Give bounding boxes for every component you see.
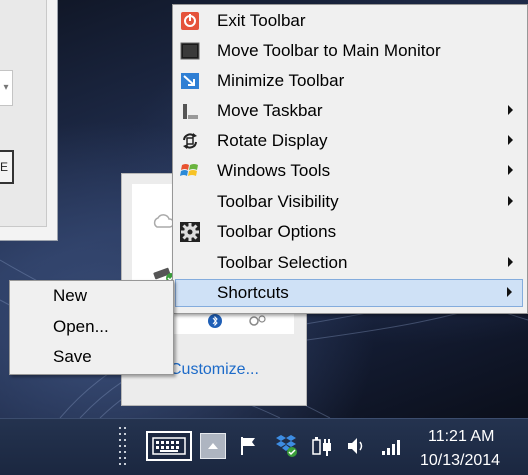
menu-item-label: Shortcuts	[217, 283, 289, 302]
show-hidden-icons-button[interactable]	[200, 433, 226, 459]
background-button[interactable]: E	[0, 150, 14, 184]
bluetooth-icon[interactable]	[208, 314, 222, 328]
power-icon	[181, 12, 199, 30]
dropbox-icon[interactable]	[275, 433, 299, 459]
taskbar: 11:21 AM 10/13/2014	[0, 418, 528, 475]
menu-item-label: Toolbar Options	[217, 222, 337, 241]
speaker-volume-icon[interactable]	[346, 435, 368, 457]
menu-item-exit-toolbar[interactable]: Exit Toolbar	[175, 7, 523, 35]
menu-item-label: Move Toolbar to Main Monitor	[217, 41, 441, 60]
menu-item-toolbar-options[interactable]: Toolbar Options	[175, 218, 523, 246]
menu-item-label: Toolbar Visibility	[217, 192, 339, 211]
rotate-icon	[183, 133, 197, 149]
menu-item-label: Move Taskbar	[217, 101, 323, 120]
taskbar-grip-handle[interactable]	[118, 425, 132, 471]
menu-item-rotate-display[interactable]: Rotate Display	[175, 127, 523, 155]
submenu-arrow-icon	[508, 135, 513, 145]
submenu-item-new[interactable]: New	[53, 286, 87, 306]
menu-item-move-taskbar[interactable]: Move Taskbar	[175, 97, 523, 125]
gear-icon	[180, 222, 200, 242]
menu-item-shortcuts[interactable]: Shortcuts	[175, 279, 523, 307]
keyboard-icon	[152, 437, 186, 455]
shortcuts-submenu: New Open... Save	[9, 280, 174, 375]
customize-link[interactable]: Customize...	[170, 361, 259, 379]
clock-date[interactable]: 10/13/2014	[420, 452, 500, 470]
chevron-up-icon	[208, 443, 218, 449]
menu-item-toolbar-selection[interactable]: Toolbar Selection	[175, 249, 523, 277]
submenu-item-save[interactable]: Save	[53, 347, 92, 367]
menu-item-label: Toolbar Selection	[217, 253, 348, 272]
background-dropdown[interactable]: ▾	[0, 70, 13, 106]
submenu-arrow-icon	[508, 196, 513, 206]
menu-item-label: Exit Toolbar	[217, 11, 306, 30]
submenu-arrow-icon	[508, 257, 513, 267]
network-settings-icon[interactable]	[246, 312, 268, 330]
power-plug-battery-icon[interactable]	[311, 434, 333, 458]
menu-item-move-toolbar-main-monitor[interactable]: Move Toolbar to Main Monitor	[175, 37, 523, 65]
submenu-arrow-icon	[507, 287, 512, 297]
signal-strength-icon[interactable]	[380, 435, 404, 457]
background-window: ▾ E	[0, 0, 58, 241]
menu-item-label: Rotate Display	[217, 131, 328, 150]
monitor-icon	[180, 42, 200, 60]
clock-time[interactable]: 11:21 AM	[428, 428, 494, 446]
submenu-arrow-icon	[508, 165, 513, 175]
menu-item-toolbar-visibility[interactable]: Toolbar Visibility	[175, 188, 523, 216]
submenu-item-open[interactable]: Open...	[53, 317, 109, 337]
minimize-icon	[181, 73, 199, 89]
menu-item-label: Minimize Toolbar	[217, 71, 345, 90]
touch-keyboard-button[interactable]	[146, 431, 192, 461]
toolbar-context-menu: Exit Toolbar Move Toolbar to Main Monito…	[172, 4, 528, 314]
menu-item-minimize-toolbar[interactable]: Minimize Toolbar	[175, 67, 523, 95]
background-window-pane	[0, 0, 47, 227]
submenu-arrow-icon	[508, 105, 513, 115]
flag-icon[interactable]	[238, 435, 260, 457]
menu-item-label: Windows Tools	[217, 161, 331, 180]
taskbar-icon	[183, 104, 198, 119]
menu-item-windows-tools[interactable]: Windows Tools	[175, 157, 523, 185]
windows-logo-icon	[180, 164, 198, 176]
